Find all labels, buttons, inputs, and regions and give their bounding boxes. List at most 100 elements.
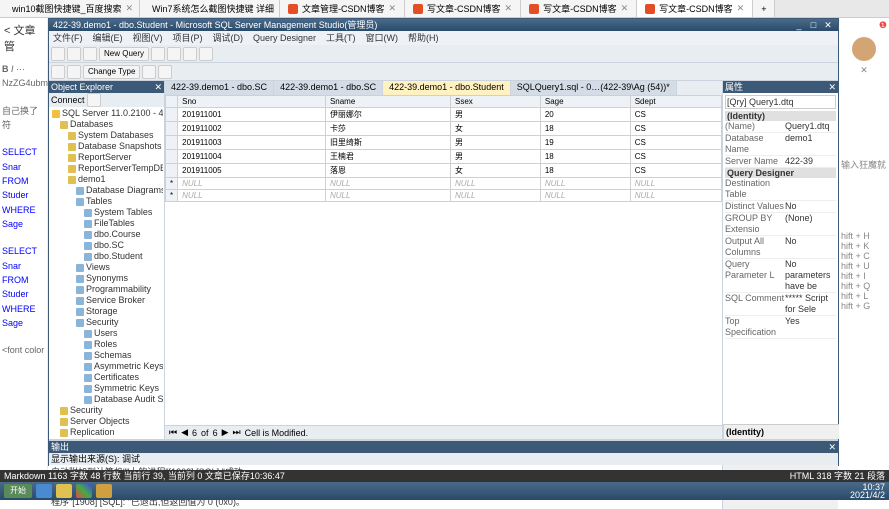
grid-cell[interactable]: 201911002: [178, 122, 326, 136]
tree-node[interactable]: Service Broker: [50, 295, 163, 306]
menu-item[interactable]: 项目(P): [173, 31, 203, 45]
tab-close-icon[interactable]: ✕: [737, 3, 745, 14]
grid-cell[interactable]: 女: [451, 122, 541, 136]
new-tab-button[interactable]: +: [753, 0, 775, 17]
tool-icon[interactable]: [51, 65, 65, 79]
tree-node[interactable]: ReportServer: [50, 152, 163, 163]
column-header[interactable]: Sno: [178, 96, 326, 108]
grid-cell[interactable]: 伊丽娜尔: [325, 108, 450, 122]
menu-item[interactable]: 窗口(W): [366, 31, 399, 45]
properties-subject[interactable]: [Qry] Query1.dtq: [725, 95, 836, 109]
tree-node[interactable]: System Databases: [50, 130, 163, 141]
menu-item[interactable]: 视图(V): [133, 31, 163, 45]
prop-value[interactable]: demo1: [785, 133, 836, 155]
grid-cell[interactable]: CS: [630, 136, 721, 150]
browser-tab[interactable]: Win7系统怎么截图快捷键 详细✕: [140, 0, 280, 17]
prop-category-designer[interactable]: Query Designer: [725, 168, 836, 178]
row-selector[interactable]: [166, 150, 178, 164]
save-icon[interactable]: [83, 47, 97, 61]
grid-cell[interactable]: 201911004: [178, 150, 326, 164]
tree-node[interactable]: Certificates: [50, 372, 163, 383]
grid-cell[interactable]: 20: [540, 108, 630, 122]
tree-node[interactable]: Tables: [50, 196, 163, 207]
panel-close-icon[interactable]: ✕: [154, 81, 162, 93]
grid-cell[interactable]: 18: [540, 164, 630, 178]
grid-cell[interactable]: 201911001: [178, 108, 326, 122]
tree-node[interactable]: Synonyms: [50, 273, 163, 284]
prop-value[interactable]: No: [785, 236, 836, 258]
document-tab[interactable]: 422-39.demo1 - dbo.Student: [383, 81, 511, 95]
minimize-button[interactable]: _: [793, 19, 805, 31]
tree-node[interactable]: dbo.Course: [50, 229, 163, 240]
ssms-titlebar[interactable]: 422-39.demo1 - dbo.Student - Microsoft S…: [49, 19, 838, 31]
tab-close-icon[interactable]: ✕: [505, 3, 513, 14]
tree-node[interactable]: Database Diagrams: [50, 185, 163, 196]
menu-item[interactable]: 编辑(E): [93, 31, 123, 45]
tool-icon[interactable]: [199, 47, 213, 61]
grid-cell[interactable]: 男: [451, 108, 541, 122]
prop-value[interactable]: No parameters have be: [785, 259, 836, 292]
new-query-button[interactable]: New Query: [99, 47, 149, 61]
change-type-button[interactable]: Change Type: [83, 65, 140, 79]
grid-cell[interactable]: NULL: [178, 178, 326, 190]
column-header[interactable]: Sdept: [630, 96, 721, 108]
prop-value[interactable]: ***** Script for Sele: [785, 293, 836, 315]
explorer-icon[interactable]: [56, 484, 72, 498]
grid-cell[interactable]: NULL: [178, 190, 326, 202]
row-selector[interactable]: *: [166, 178, 178, 190]
nav-prev-icon[interactable]: ◀: [181, 427, 188, 438]
menu-item[interactable]: Query Designer: [253, 31, 316, 45]
panel-close-icon[interactable]: ✕: [828, 81, 836, 93]
column-header[interactable]: Sage: [540, 96, 630, 108]
grid-cell[interactable]: 18: [540, 122, 630, 136]
more-button[interactable]: ···: [16, 64, 25, 74]
prop-value[interactable]: Yes: [785, 316, 836, 338]
output-source-dropdown[interactable]: 显示输出来源(S): 调试: [51, 454, 140, 464]
browser-tab[interactable]: win10截图快捷键_百度搜索✕: [0, 0, 140, 17]
data-grid[interactable]: SnoSnameSsexSageSdept201911001伊丽娜尔男20CS2…: [165, 95, 722, 425]
tab-close-icon[interactable]: ✕: [621, 3, 629, 14]
menu-item[interactable]: 文件(F): [53, 31, 83, 45]
grid-cell[interactable]: NULL: [325, 190, 450, 202]
system-clock[interactable]: 10:37 2021/4/2: [850, 483, 885, 499]
prop-value[interactable]: Query1.dtq: [785, 121, 836, 132]
chrome-icon[interactable]: [76, 484, 92, 498]
prop-value[interactable]: [785, 178, 836, 200]
tree-node[interactable]: FileTables: [50, 218, 163, 229]
grid-cell[interactable]: 女: [451, 164, 541, 178]
prop-value[interactable]: No: [785, 201, 836, 212]
tool-icon[interactable]: [67, 65, 81, 79]
editor-back-title[interactable]: < 文章管: [0, 18, 47, 58]
row-selector[interactable]: [166, 108, 178, 122]
maximize-button[interactable]: □: [807, 19, 819, 31]
prop-value[interactable]: (None): [785, 213, 836, 235]
tree-node[interactable]: Databases: [50, 119, 163, 130]
row-selector[interactable]: *: [166, 190, 178, 202]
grid-cell[interactable]: CS: [630, 150, 721, 164]
grid-cell[interactable]: CS: [630, 108, 721, 122]
tree-node[interactable]: demo1: [50, 174, 163, 185]
grid-cell[interactable]: NULL: [451, 190, 541, 202]
tool-icon[interactable]: [142, 65, 156, 79]
italic-button[interactable]: I: [11, 64, 14, 74]
panel-close-icon[interactable]: ✕: [828, 441, 836, 453]
avatar[interactable]: [852, 37, 876, 61]
grid-cell[interactable]: 卡莎: [325, 122, 450, 136]
tree-node[interactable]: Users: [50, 328, 163, 339]
tree-node[interactable]: Roles: [50, 339, 163, 350]
object-tree[interactable]: SQL Server 11.0.2100 - 422-39\Ag Databas…: [49, 107, 164, 439]
row-selector[interactable]: [166, 122, 178, 136]
menu-item[interactable]: 帮助(H): [408, 31, 439, 45]
tree-node[interactable]: dbo.Student: [50, 251, 163, 262]
tree-node[interactable]: Storage: [50, 306, 163, 317]
tree-root[interactable]: SQL Server 11.0.2100 - 422-39\Ag: [62, 108, 163, 118]
grid-cell[interactable]: NULL: [451, 178, 541, 190]
close-button[interactable]: ✕: [822, 19, 834, 31]
grid-cell[interactable]: 201911003: [178, 136, 326, 150]
ssms-task-icon[interactable]: [96, 484, 112, 498]
menu-item[interactable]: 工具(T): [326, 31, 356, 45]
browser-tab[interactable]: 文章管理-CSDN博客✕: [280, 0, 405, 17]
user-menu-icon[interactable]: ❶: [879, 20, 887, 30]
grid-cell[interactable]: 王楠君: [325, 150, 450, 164]
browser-tab[interactable]: 写文章-CSDN博客✕: [637, 0, 753, 17]
